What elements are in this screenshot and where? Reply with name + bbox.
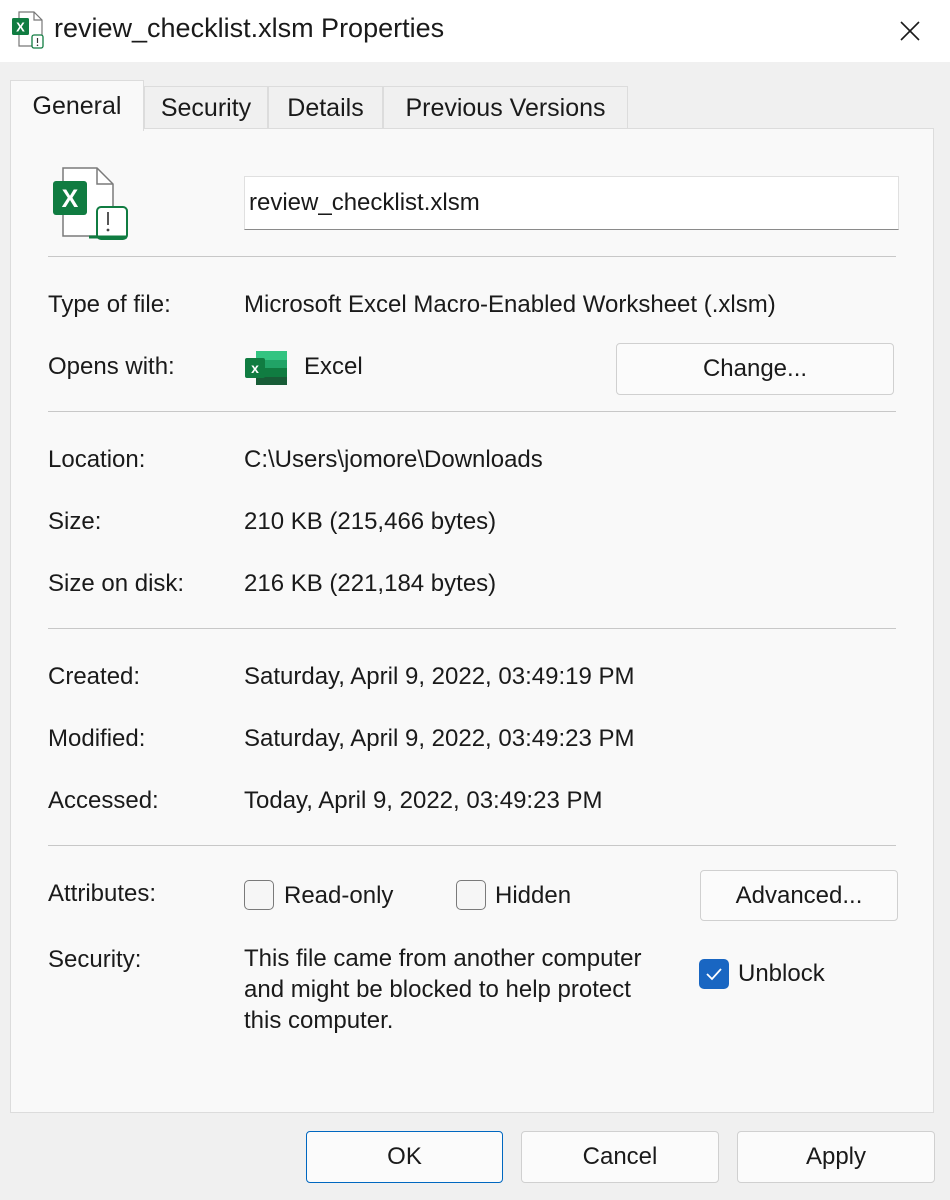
excel-file-large-icon: X bbox=[51, 163, 131, 243]
divider bbox=[48, 845, 896, 846]
tab-general[interactable]: General bbox=[10, 80, 144, 131]
size-value: 210 KB (215,466 bytes) bbox=[244, 508, 497, 535]
tab-previous-versions[interactable]: Previous Versions bbox=[383, 86, 628, 130]
created-label: Created: bbox=[48, 663, 141, 690]
tab-details[interactable]: Details bbox=[268, 86, 383, 130]
read-only-label[interactable]: Read-only bbox=[284, 882, 393, 910]
security-message: This file came from another computer and… bbox=[244, 945, 642, 1034]
tab-security[interactable]: Security bbox=[144, 86, 268, 130]
unblock-checkbox[interactable] bbox=[699, 959, 729, 989]
file-name-input[interactable] bbox=[244, 176, 899, 230]
location-value: C:\Users\jomore\Downloads bbox=[244, 446, 543, 473]
checkmark-icon bbox=[706, 968, 722, 981]
attributes-label: Attributes: bbox=[48, 880, 157, 907]
unblock-label[interactable]: Unblock bbox=[738, 960, 825, 988]
svg-text:X: X bbox=[62, 185, 79, 213]
accessed-label: Accessed: bbox=[48, 787, 159, 814]
security-label: Security: bbox=[48, 946, 142, 973]
excel-app-icon: x bbox=[244, 350, 288, 386]
divider bbox=[48, 628, 896, 629]
type-of-file-value: Microsoft Excel Macro-Enabled Worksheet … bbox=[244, 291, 776, 318]
close-icon bbox=[900, 21, 920, 41]
type-of-file-label: Type of file: bbox=[48, 291, 171, 318]
read-only-checkbox[interactable] bbox=[244, 880, 274, 910]
excel-file-icon: X bbox=[10, 10, 50, 50]
general-panel: X Type of file: Microsoft Excel Macro-En… bbox=[10, 128, 934, 1113]
svg-text:X: X bbox=[16, 20, 25, 35]
hidden-label[interactable]: Hidden bbox=[495, 882, 571, 910]
size-on-disk-value: 216 KB (221,184 bytes) bbox=[244, 570, 497, 597]
opens-with-app: Excel bbox=[304, 353, 363, 380]
apply-button[interactable]: Apply bbox=[737, 1131, 935, 1183]
window-title: review_checklist.xlsm Properties bbox=[54, 13, 445, 43]
divider bbox=[48, 256, 896, 257]
cancel-button[interactable]: Cancel bbox=[521, 1131, 719, 1183]
opens-with-label: Opens with: bbox=[48, 353, 175, 380]
ok-button[interactable]: OK bbox=[306, 1131, 503, 1183]
created-value: Saturday, April 9, 2022, 03:49:19 PM bbox=[244, 663, 635, 690]
hidden-checkbox[interactable] bbox=[456, 880, 486, 910]
modified-label: Modified: bbox=[48, 725, 146, 752]
change-button[interactable]: Change... bbox=[616, 343, 894, 395]
accessed-value: Today, April 9, 2022, 03:49:23 PM bbox=[244, 787, 603, 814]
divider bbox=[48, 411, 896, 412]
close-button[interactable] bbox=[870, 0, 950, 62]
size-label: Size: bbox=[48, 508, 102, 535]
modified-value: Saturday, April 9, 2022, 03:49:23 PM bbox=[244, 725, 635, 752]
title-bar: X review_checklist.xlsm Properties bbox=[0, 0, 950, 62]
location-label: Location: bbox=[48, 446, 146, 473]
size-on-disk-label: Size on disk: bbox=[48, 570, 185, 597]
svg-text:x: x bbox=[251, 360, 259, 376]
advanced-button[interactable]: Advanced... bbox=[700, 870, 898, 921]
